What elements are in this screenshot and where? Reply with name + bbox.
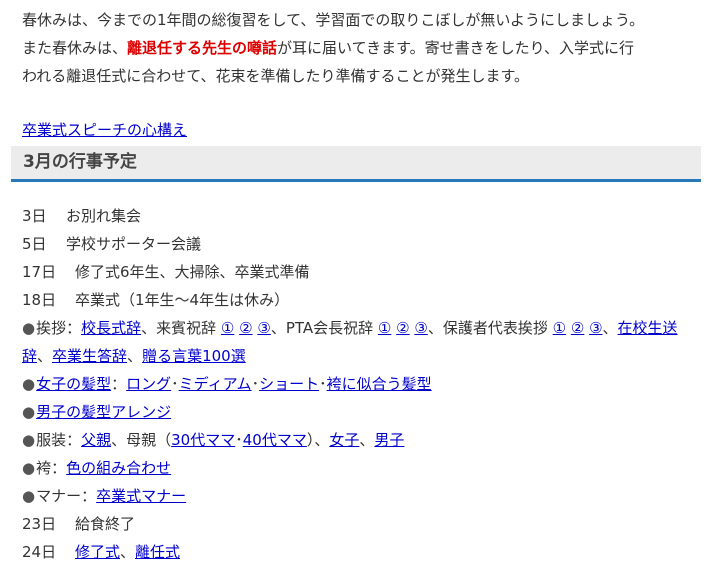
bullet-icon: ● [22, 431, 36, 449]
parent-link-3[interactable]: ③ [589, 319, 602, 337]
schedule-row-3: 3日 お別れ集会 [22, 202, 702, 230]
dot-separator: ･ [235, 431, 243, 449]
pta-link-2[interactable]: ② [396, 319, 409, 337]
comma: 、 [127, 347, 143, 365]
comma: 、 [359, 431, 375, 449]
boys-hair-row: ●男子の髪型アレンジ [22, 398, 702, 426]
intro-line-1: 春休みは、今までの1年間の総復習をして、学習面での取りこぼしが無いようにしましょ… [22, 11, 645, 29]
schedule-text: 修了式6年生、大掃除、卒業式準備 [75, 263, 310, 281]
schedule-day: 18日 [22, 291, 57, 309]
greetings-label: 挨拶： [36, 319, 82, 337]
bullet-icon: ● [22, 375, 36, 393]
mother-label: 、母親（ [111, 431, 172, 449]
father-link[interactable]: 父親 [81, 431, 111, 449]
pta-link-3[interactable]: ③ [414, 319, 427, 337]
girls-clothes-link[interactable]: 女子 [329, 431, 359, 449]
guest-label: 、来賓祝辞 [141, 319, 221, 337]
dot-separator: ･ [171, 375, 179, 393]
section-heading: 3月の行事予定 [11, 146, 701, 182]
bullet-icon: ● [22, 319, 36, 337]
mom-30s-link[interactable]: 30代ママ [171, 431, 235, 449]
schedule-day: 17日 [22, 263, 57, 281]
parent-link-2[interactable]: ② [571, 319, 584, 337]
schedule-text: 学校サポーター会議 [66, 235, 202, 253]
schedule-day: 23日 [22, 515, 57, 533]
pta-link-1[interactable]: ① [378, 319, 391, 337]
intro-line-2: また春休みは、離退任する先生の噂話が耳に届いてきます。寄せ書きをしたり、入学式に… [22, 34, 712, 62]
schedule-list: 3日 お別れ集会 5日 学校サポーター会議 17日 修了式6年生、大掃除、卒業式準備 … [22, 202, 702, 566]
clothes-row: ●服装：父親、母親（30代ママ･40代ママ）、女子、男子 [22, 426, 702, 454]
guest-link-2[interactable]: ② [239, 319, 252, 337]
long-hair-link[interactable]: ロング [126, 375, 171, 393]
schedule-row-24: 24日 修了式、離任式 [22, 538, 702, 566]
schedule-row-23: 23日 給食終了 [22, 510, 702, 538]
schedule-text: 卒業式（1年生～4年生は休み） [75, 291, 290, 309]
manners-label: マナー： [36, 487, 97, 505]
colon: ： [111, 375, 127, 393]
farewell-words-link[interactable]: 贈る言葉100選 [142, 347, 246, 365]
hakama-row: ●袴：色の組み合わせ [22, 454, 702, 482]
comma: 、 [120, 543, 136, 561]
graduate-reply-link[interactable]: 卒業生答辞 [52, 347, 127, 365]
girls-hair-link[interactable]: 女子の髪型 [36, 375, 111, 393]
hakama-hair-link[interactable]: 袴に似合う髪型 [327, 375, 432, 393]
comma: 、 [602, 319, 618, 337]
closing-ceremony-link[interactable]: 修了式 [75, 543, 120, 561]
ceremony-manners-link[interactable]: 卒業式マナー [96, 487, 186, 505]
hakama-label: 袴： [36, 459, 67, 477]
boys-clothes-link[interactable]: 男子 [374, 431, 404, 449]
intro-line-2-pre: また春休みは、 [22, 39, 128, 57]
girls-hair-row: ●女子の髪型：ロング･ミディアム･ショート･袴に似合う髪型 [22, 370, 702, 398]
color-combination-link[interactable]: 色の組み合わせ [66, 459, 171, 477]
parent-label: 、保護者代表挨拶 [427, 319, 553, 337]
parent-link-1[interactable]: ① [553, 319, 566, 337]
section-title: 3月の行事予定 [23, 152, 137, 172]
schedule-day: 24日 [22, 543, 57, 561]
greetings-row: ●挨拶：校長式辞、来賓祝辞 ① ② ③、PTA会長祝辞 ① ② ③、保護者代表挨… [22, 314, 702, 370]
schedule-row-18: 18日 卒業式（1年生～4年生は休み） [22, 286, 702, 314]
clothes-label: 服装： [36, 431, 82, 449]
intro-line-2-post: が耳に届いてきます。寄せ書きをしたり、入学式に行 [277, 39, 635, 57]
schedule-text: 給食終了 [75, 515, 136, 533]
mom-40s-link[interactable]: 40代ママ [243, 431, 307, 449]
manners-row: ●マナー：卒業式マナー [22, 482, 702, 510]
intro-paragraph: 春休みは、今までの1年間の総復習をして、学習面での取りこぼしが無いようにしましょ… [22, 6, 712, 90]
guest-link-3[interactable]: ③ [257, 319, 270, 337]
emphasis-text: 離退任する先生の噂話 [127, 39, 278, 57]
schedule-day: 5日 [22, 235, 47, 253]
schedule-text: お別れ集会 [66, 207, 142, 225]
bullet-icon: ● [22, 487, 36, 505]
graduation-speech-link[interactable]: 卒業式スピーチの心構え [22, 116, 187, 144]
dot-separator: ･ [251, 375, 260, 393]
farewell-ceremony-link[interactable]: 離任式 [135, 543, 180, 561]
guest-link-1[interactable]: ① [221, 319, 234, 337]
schedule-row-17: 17日 修了式6年生、大掃除、卒業式準備 [22, 258, 702, 286]
dot-separator: ･ [319, 375, 327, 393]
boys-hair-link[interactable]: 男子の髪型アレンジ [36, 403, 171, 421]
principal-address-link[interactable]: 校長式辞 [81, 319, 141, 337]
schedule-day: 3日 [22, 207, 47, 225]
schedule-row-5: 5日 学校サポーター会議 [22, 230, 702, 258]
medium-hair-link[interactable]: ミディアム [179, 375, 252, 393]
bullet-icon: ● [22, 403, 36, 421]
comma: 、 [37, 347, 53, 365]
intro-line-3: われる離退任式に合わせて、花束を準備したり準備することが発生します。 [22, 67, 530, 85]
close-paren: ）、 [306, 431, 330, 449]
bullet-icon: ● [22, 459, 36, 477]
short-hair-link[interactable]: ショート [259, 375, 319, 393]
pta-label: 、PTA会長祝辞 [270, 319, 378, 337]
